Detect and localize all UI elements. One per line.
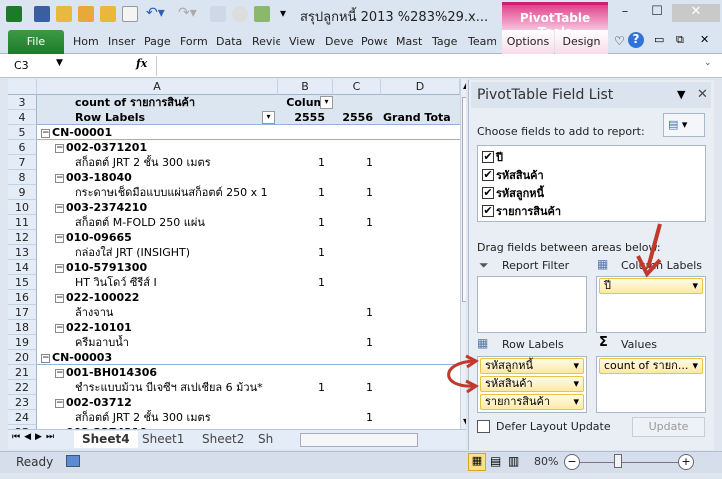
annotation-arrows [447, 223, 662, 394]
